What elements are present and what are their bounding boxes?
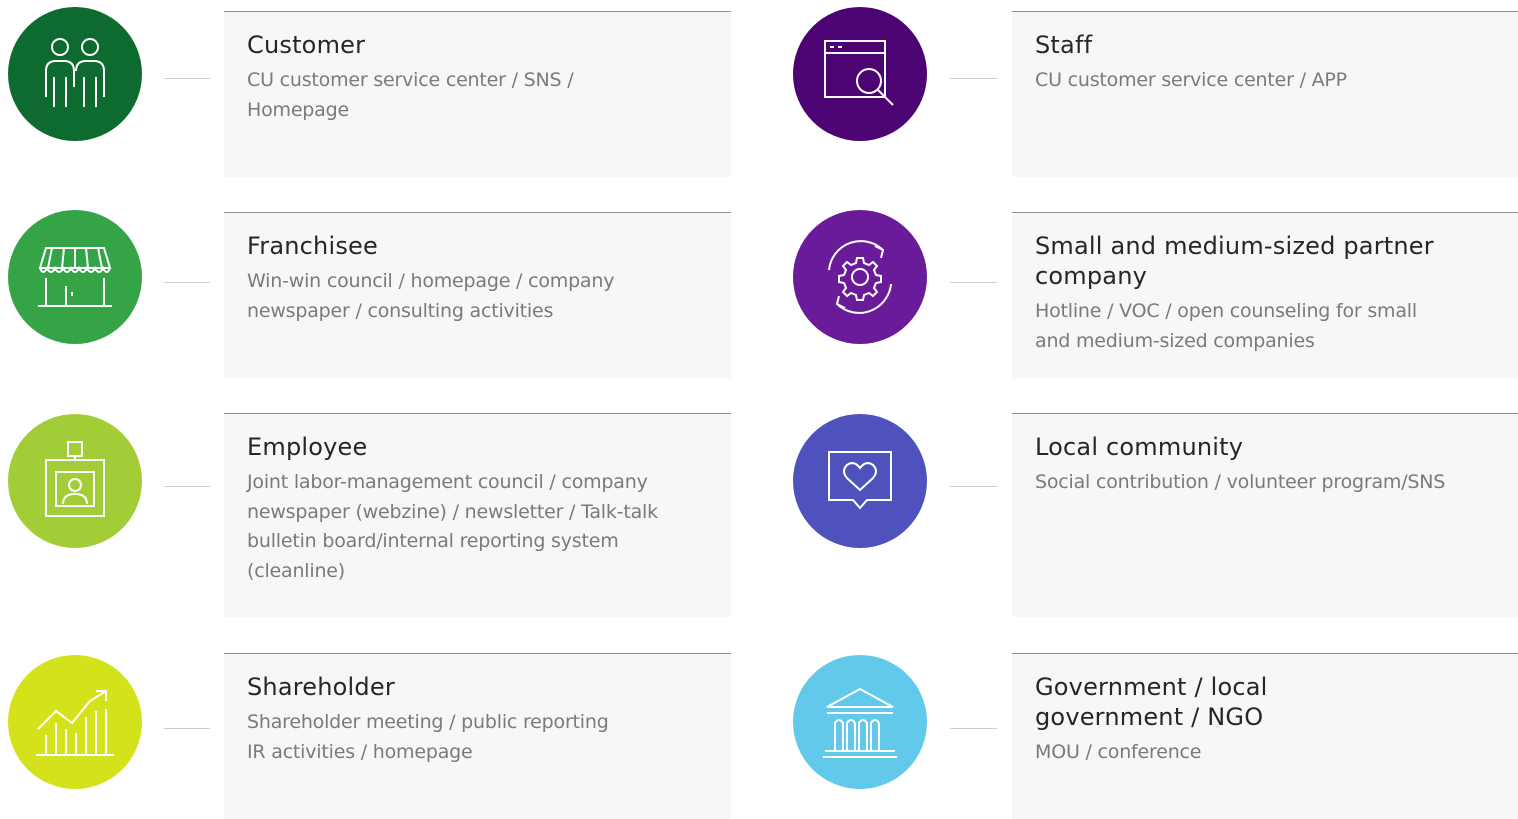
storefront-icon — [38, 247, 112, 307]
stakeholder-title: Shareholder — [247, 673, 395, 701]
government-building-icon — [823, 687, 897, 758]
franchisee-card: Franchisee Win-win council / homepage / … — [224, 212, 731, 378]
gear-cycle-icon — [828, 240, 892, 314]
government-circle — [793, 655, 927, 789]
growth-chart-icon — [36, 690, 114, 756]
connector-line — [164, 282, 210, 283]
stakeholder-channels: CU customer service center / SNS / Homep… — [247, 69, 574, 121]
stakeholder-title: Staff — [1035, 31, 1093, 59]
stakeholder-title: Local community — [1035, 433, 1244, 461]
stakeholder-title: Small and medium-sized partner company — [1035, 232, 1434, 290]
stakeholder-channels: Shareholder meeting / public reporting I… — [247, 711, 609, 763]
stakeholder-title: Franchisee — [247, 232, 378, 260]
stakeholder-channels: MOU / conference — [1035, 741, 1202, 763]
local-community-card: Local community Social contribution / vo… — [1012, 413, 1518, 617]
staff-card: Staff CU customer service center / APP — [1012, 11, 1518, 177]
employee-circle — [8, 414, 142, 548]
heart-speech-bubble-icon — [828, 451, 892, 510]
stakeholder-channels: Hotline / VOC / open counseling for smal… — [1035, 300, 1417, 352]
connector-line — [950, 728, 997, 729]
connector-line — [164, 78, 210, 79]
connector-line — [950, 78, 997, 79]
employee-card: Employee Joint labor-management council … — [224, 413, 731, 617]
customer-circle — [8, 7, 142, 141]
connector-line — [950, 486, 997, 487]
connector-line — [164, 486, 210, 487]
id-badge-icon — [45, 441, 105, 517]
stakeholder-channels: CU customer service center / APP — [1035, 69, 1347, 91]
connector-line — [950, 282, 997, 283]
stakeholder-channels: Social contribution / volunteer program/… — [1035, 471, 1446, 493]
partner-company-card: Small and medium-sized partner company H… — [1012, 212, 1518, 378]
stakeholder-title: Employee — [247, 433, 368, 461]
browser-search-icon — [824, 40, 894, 106]
connector-line — [164, 728, 210, 729]
customer-card: Customer CU customer service center / SN… — [224, 11, 731, 177]
stakeholder-title: Government / local government / NGO — [1035, 673, 1268, 731]
partner-company-circle — [793, 210, 927, 344]
stakeholder-channels: Win-win council / homepage / company new… — [247, 270, 615, 322]
people-icon — [45, 38, 105, 107]
stakeholder-title: Customer — [247, 31, 366, 59]
shareholder-card: Shareholder Shareholder meeting / public… — [224, 653, 731, 819]
staff-circle — [793, 7, 927, 141]
shareholder-circle — [8, 655, 142, 789]
local-community-circle — [793, 414, 927, 548]
stakeholder-channels: Joint labor-management council / company… — [247, 471, 658, 582]
franchisee-circle — [8, 210, 142, 344]
government-card: Government / local government / NGO MOU … — [1012, 653, 1518, 819]
